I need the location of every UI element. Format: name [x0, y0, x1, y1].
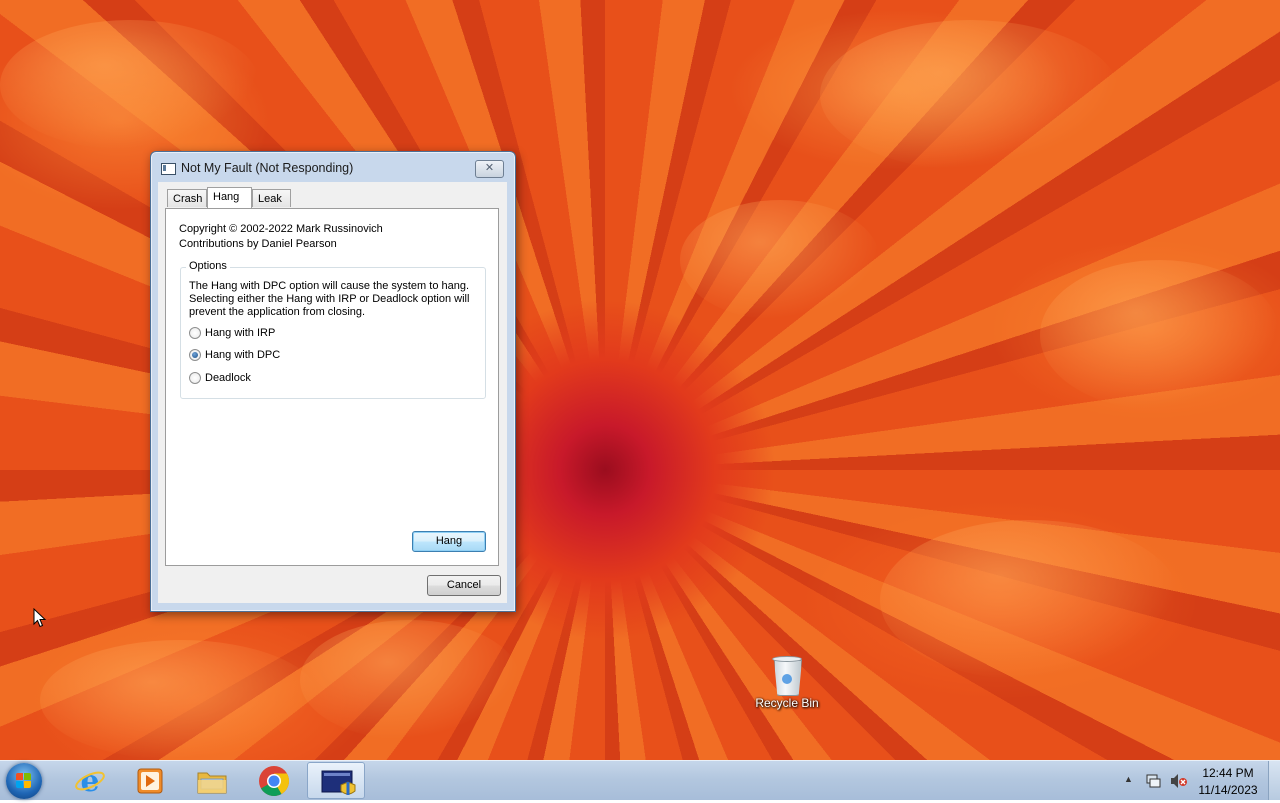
file-explorer-icon	[197, 772, 227, 794]
radio-button[interactable]	[189, 372, 201, 385]
start-button[interactable]	[6, 763, 42, 799]
recycle-bin-label: Recycle Bin	[755, 696, 819, 710]
taskbar-chrome[interactable]	[245, 762, 303, 799]
chrome-icon	[259, 766, 289, 797]
internet-explorer-icon: e	[75, 764, 105, 799]
radio-label: Hang with IRP	[205, 327, 276, 340]
notmyfault-icon	[321, 770, 356, 795]
tab-crash[interactable]: Crash	[167, 189, 207, 207]
radio-hang-with-irp[interactable]: Hang with IRP	[189, 327, 275, 341]
clock-time[interactable]: 12:44 PM	[1196, 766, 1260, 780]
radio-label: Deadlock	[205, 372, 251, 385]
radio-button-selected[interactable]	[189, 349, 201, 362]
radio-hang-with-dpc[interactable]: Hang with DPC	[189, 349, 280, 363]
mouse-cursor-icon	[33, 608, 47, 628]
show-desktop-button[interactable]	[1268, 761, 1280, 800]
show-hidden-icons-button[interactable]: ▲	[1124, 774, 1133, 784]
windows-flag-icon	[16, 773, 32, 789]
hang-tab-panel: Copyright © 2002-2022 Mark Russinovich C…	[165, 208, 499, 566]
svg-text:e: e	[80, 764, 99, 799]
tab-leak[interactable]: Leak	[252, 189, 291, 207]
tab-hang[interactable]: Hang	[207, 187, 252, 208]
options-description: The Hang with DPC option will cause the …	[189, 280, 470, 318]
options-groupbox: Options The Hang with DPC option will ca…	[180, 260, 486, 399]
window-client-area: Crash Hang Leak Copyright © 2002-2022 Ma…	[158, 182, 507, 603]
volume-muted-icon[interactable]	[1170, 773, 1188, 789]
hang-button[interactable]: Hang	[412, 531, 486, 552]
network-icon[interactable]	[1146, 773, 1162, 789]
taskbar-notmyfault[interactable]	[307, 762, 365, 799]
taskbar: e ▲ 12:44 PM 11/14/2023	[0, 760, 1280, 800]
window-titlebar[interactable]: Not My Fault (Not Responding) ✕	[151, 152, 515, 182]
taskbar-internet-explorer[interactable]: e	[61, 762, 119, 799]
app-window-icon	[161, 163, 176, 175]
media-player-icon	[137, 768, 163, 794]
recycle-bin-icon	[772, 654, 802, 696]
taskbar-media-player[interactable]	[121, 762, 179, 799]
recycle-bin-desktop-icon[interactable]: Recycle Bin	[752, 654, 822, 710]
notmyfault-window: Not My Fault (Not Responding) ✕ Crash Ha…	[150, 151, 516, 612]
radio-label: Hang with DPC	[205, 349, 281, 362]
copyright-text: Copyright © 2002-2022 Mark Russinovich	[179, 223, 383, 235]
radio-button[interactable]	[189, 327, 201, 340]
close-button[interactable]: ✕	[475, 160, 504, 178]
contributions-text: Contributions by Daniel Pearson	[179, 238, 337, 250]
options-label: Options	[186, 260, 230, 272]
clock-date[interactable]: 11/14/2023	[1196, 783, 1260, 797]
radio-deadlock[interactable]: Deadlock	[189, 372, 251, 386]
taskbar-file-explorer[interactable]	[183, 762, 241, 799]
close-icon: ✕	[484, 162, 495, 174]
cancel-button[interactable]: Cancel	[427, 575, 501, 596]
window-title: Not My Fault (Not Responding)	[181, 161, 354, 175]
